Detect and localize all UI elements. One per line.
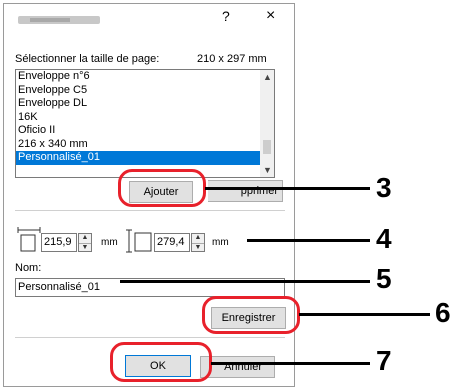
list-scrollbar[interactable]: ▲ ▼ bbox=[260, 70, 274, 177]
page-size-value: 210 x 297 mm bbox=[197, 53, 267, 65]
callout-number-4: 4 bbox=[376, 223, 392, 254]
callout-line-3 bbox=[205, 187, 370, 190]
callout-line-7 bbox=[211, 362, 370, 365]
separator bbox=[15, 210, 285, 211]
page-size-label: Sélectionner la taille de page: bbox=[15, 53, 160, 65]
list-item[interactable]: Personnalisé_01 bbox=[16, 151, 263, 165]
callout-line-5 bbox=[120, 280, 370, 283]
list-item[interactable]: 16K bbox=[16, 111, 263, 125]
scroll-up-icon[interactable]: ▲ bbox=[263, 72, 272, 82]
dialog-title-blurred-text bbox=[30, 18, 70, 22]
width-down-icon[interactable]: ▼ bbox=[79, 244, 91, 253]
width-up-icon[interactable]: ▲ bbox=[79, 234, 91, 244]
separator-bottom bbox=[15, 337, 285, 338]
callout-line-6 bbox=[299, 313, 430, 316]
height-unit: mm bbox=[212, 237, 229, 248]
scroll-down-icon[interactable]: ▼ bbox=[263, 165, 272, 175]
callout-ring-6 bbox=[202, 296, 300, 334]
name-label: Nom: bbox=[15, 262, 42, 274]
callout-ring-7 bbox=[110, 342, 212, 382]
callout-line-4 bbox=[247, 239, 370, 242]
list-item[interactable]: Enveloppe DL bbox=[16, 97, 263, 111]
height-spinner[interactable]: ▲ ▼ bbox=[191, 233, 205, 252]
list-item[interactable]: Oficio II bbox=[16, 124, 263, 138]
height-icon bbox=[126, 229, 152, 253]
help-button[interactable]: ? bbox=[222, 8, 230, 24]
height-down-icon[interactable]: ▼ bbox=[192, 244, 204, 253]
callout-ring-3 bbox=[118, 169, 206, 207]
width-input[interactable]: 215,9 bbox=[41, 233, 77, 252]
width-spinner[interactable]: ▲ ▼ bbox=[78, 233, 92, 252]
callout-number-7: 7 bbox=[376, 345, 392, 376]
width-unit: mm bbox=[101, 237, 118, 248]
page-size-list[interactable]: Enveloppe n°6 Enveloppe C5 Enveloppe DL 16K… bbox=[15, 69, 275, 178]
list-item[interactable]: 216 x 340 mm bbox=[16, 138, 263, 152]
close-button[interactable]: × bbox=[266, 7, 275, 25]
width-icon bbox=[17, 227, 41, 252]
list-item[interactable]: Enveloppe n°6 bbox=[16, 70, 263, 84]
delete-button[interactable]: pprimer bbox=[208, 180, 283, 202]
callout-number-3: 3 bbox=[376, 172, 392, 203]
height-up-icon[interactable]: ▲ bbox=[192, 234, 204, 244]
scroll-thumb[interactable] bbox=[263, 140, 271, 154]
height-input[interactable]: 279,4 bbox=[154, 233, 190, 252]
list-item[interactable]: Enveloppe C5 bbox=[16, 84, 263, 98]
callout-number-6: 6 bbox=[435, 297, 451, 328]
callout-number-5: 5 bbox=[376, 263, 392, 294]
